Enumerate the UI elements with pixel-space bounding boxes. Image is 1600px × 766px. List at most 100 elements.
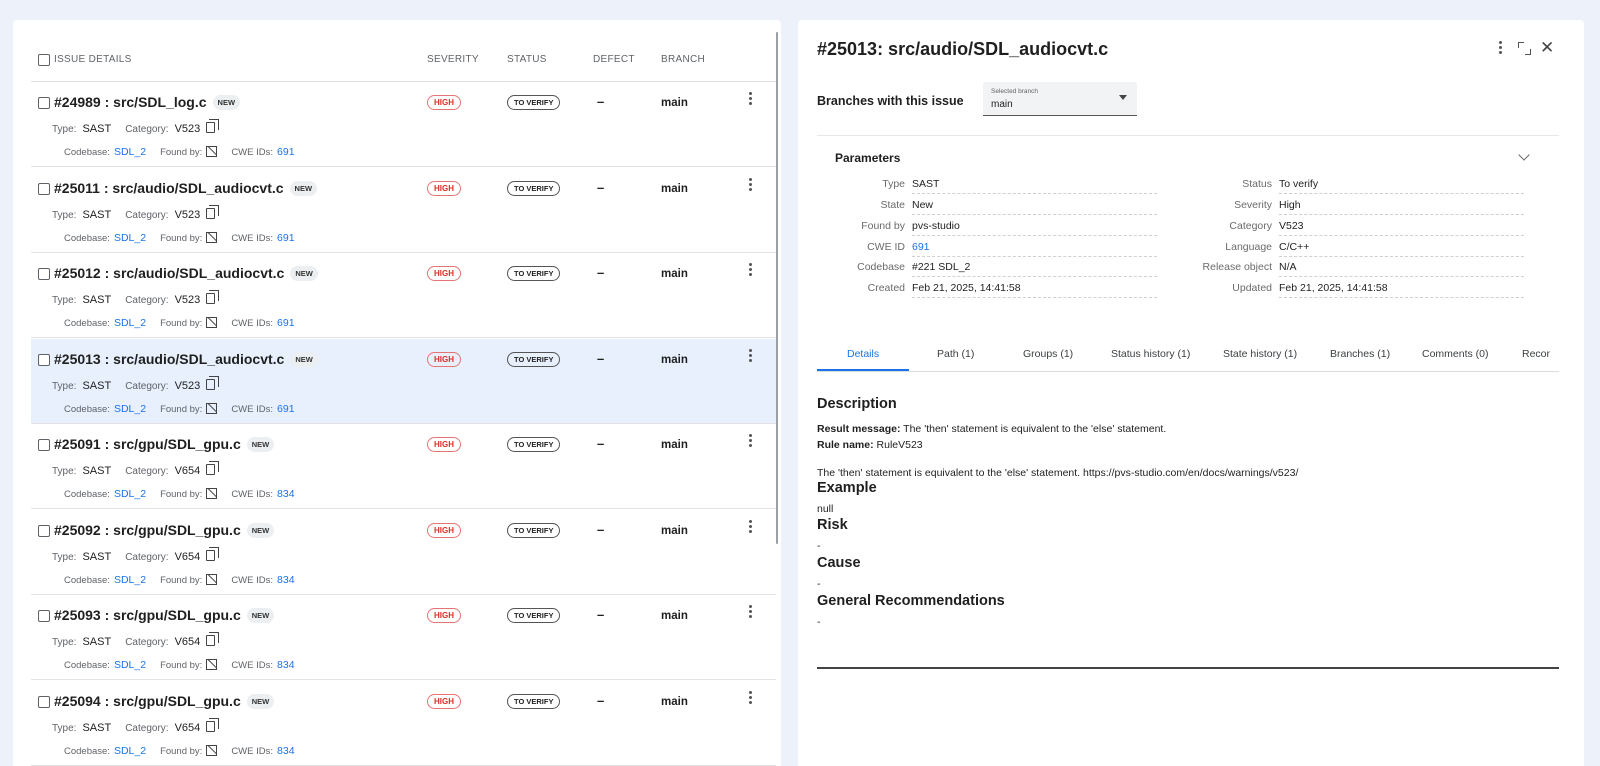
row-more-icon[interactable] — [743, 518, 757, 536]
param-value[interactable]: 691 — [912, 241, 930, 253]
codebase-link[interactable]: SDL_2 — [114, 659, 146, 671]
issue-row[interactable]: #25011 : src/audio/SDL_audiocvt.c NEW Type… — [31, 168, 776, 253]
cwe-link[interactable]: 691 — [277, 232, 295, 244]
issue-row[interactable]: #24989 : src/SDL_log.c NEW Type: SAST Catego… — [31, 82, 776, 167]
issue-title-text[interactable]: #25011 : src/audio/SDL_audiocvt.c — [54, 180, 284, 196]
expand-icon[interactable] — [1518, 42, 1531, 55]
type-value: SAST — [82, 550, 112, 563]
cwe-link[interactable]: 691 — [277, 146, 295, 158]
issue-title[interactable]: #25094 : src/gpu/SDL_gpu.c NEW — [54, 693, 275, 709]
codebase-link[interactable]: SDL_2 — [114, 745, 146, 757]
row-more-icon[interactable] — [743, 432, 757, 450]
issue-title-text[interactable]: #25012 : src/audio/SDL_audiocvt.c — [54, 265, 284, 281]
issue-title-text[interactable]: #25094 : src/gpu/SDL_gpu.c — [54, 693, 241, 709]
row-checkbox[interactable] — [38, 182, 50, 195]
row-more-icon[interactable] — [743, 603, 757, 621]
issue-row[interactable]: #25012 : src/audio/SDL_audiocvt.c NEW Type… — [31, 253, 776, 338]
copy-icon[interactable] — [206, 717, 220, 732]
issue-row[interactable]: #25091 : src/gpu/SDL_gpu.c NEW Type: SAST Ca… — [31, 424, 776, 509]
row-more-icon[interactable] — [743, 176, 757, 194]
issue-title-text[interactable]: #25091 : src/gpu/SDL_gpu.c — [54, 436, 241, 452]
issue-title[interactable]: #25012 : src/audio/SDL_audiocvt.c NEW — [54, 265, 318, 281]
tab-path[interactable]: Path (1) — [937, 348, 974, 360]
param-key: CWE ID — [867, 240, 905, 253]
cwe-link[interactable]: 691 — [277, 317, 295, 329]
type-value: SAST — [82, 636, 112, 648]
status-badge[interactable]: TO VERIFY — [507, 693, 561, 709]
tab-recor[interactable]: Recor — [1522, 348, 1550, 360]
codebase-link[interactable]: SDL_2 — [114, 317, 146, 329]
status-badge[interactable]: TO VERIFY — [507, 180, 561, 196]
header-branch[interactable]: BRANCH — [661, 54, 705, 65]
chevron-down-icon[interactable] — [1518, 149, 1530, 161]
issue-title-text[interactable]: #25093 : src/gpu/SDL_gpu.c — [54, 607, 241, 623]
issue-row[interactable]: #25093 : src/gpu/SDL_gpu.c NEW Type: SAST Ca… — [31, 595, 776, 680]
header-severity[interactable]: SEVERITY — [427, 54, 479, 65]
issue-row[interactable]: #25094 : src/gpu/SDL_gpu.c NEW Type: SAST Ca… — [31, 681, 776, 766]
issue-title[interactable]: #25013 : src/audio/SDL_audiocvt.c NEW — [54, 351, 318, 367]
row-checkbox[interactable] — [38, 524, 50, 537]
copy-icon[interactable] — [206, 461, 220, 475]
tab-groups[interactable]: Groups (1) — [1023, 348, 1073, 360]
row-checkbox[interactable] — [38, 695, 50, 708]
status-badge[interactable]: TO VERIFY — [507, 266, 561, 281]
close-icon[interactable]: ✕ — [1540, 39, 1554, 56]
row-more-icon[interactable] — [743, 261, 757, 279]
issue-title[interactable]: #25092 : src/gpu/SDL_gpu.c NEW — [54, 522, 275, 538]
copy-icon[interactable] — [206, 375, 220, 390]
cwe-link[interactable]: 691 — [277, 403, 295, 415]
copy-icon[interactable] — [206, 632, 220, 646]
tab-details[interactable]: Details — [847, 348, 879, 360]
status-badge[interactable]: TO VERIFY — [507, 522, 561, 538]
status-badge[interactable]: TO VERIFY — [507, 437, 561, 452]
codebase-link[interactable]: SDL_2 — [114, 574, 146, 586]
issue-title-text[interactable]: #25092 : src/gpu/SDL_gpu.c — [54, 522, 241, 538]
row-checkbox[interactable] — [38, 610, 50, 622]
cwe-link[interactable]: 834 — [277, 488, 295, 500]
category-label: Category: — [125, 295, 169, 306]
copy-icon[interactable] — [206, 204, 220, 219]
codebase-link[interactable]: SDL_2 — [114, 232, 146, 244]
copy-icon[interactable] — [206, 119, 220, 133]
issue-title[interactable]: #25093 : src/gpu/SDL_gpu.c NEW — [54, 607, 275, 623]
row-more-icon[interactable] — [743, 347, 757, 365]
issue-row[interactable]: #25092 : src/gpu/SDL_gpu.c NEW Type: SAST Ca… — [31, 510, 776, 595]
tab-comments[interactable]: Comments (0) — [1422, 348, 1489, 360]
row-checkbox[interactable] — [38, 353, 50, 366]
status-badge[interactable]: TO VERIFY — [507, 351, 561, 367]
row-more-icon[interactable] — [743, 90, 757, 108]
issue-title[interactable]: #24989 : src/SDL_log.c NEW — [54, 94, 241, 110]
copy-icon[interactable] — [206, 290, 220, 304]
more-options-icon[interactable] — [1498, 41, 1504, 57]
row-more-icon[interactable] — [743, 689, 757, 707]
codebase-label: Codebase: — [64, 318, 110, 329]
status-badge[interactable]: TO VERIFY — [507, 608, 561, 623]
tab-state-history[interactable]: State history (1) — [1223, 348, 1297, 360]
cwe-link[interactable]: 834 — [277, 574, 295, 586]
issue-title-text[interactable]: #25013 : src/audio/SDL_audiocvt.c — [54, 351, 284, 367]
row-checkbox[interactable] — [38, 439, 50, 451]
codebase-link[interactable]: SDL_2 — [114, 146, 146, 158]
header-defect[interactable]: DEFECT — [593, 54, 635, 65]
branch-select[interactable]: Selected branch main — [983, 82, 1137, 116]
select-all-checkbox[interactable] — [38, 54, 50, 66]
codebase-label: Codebase: — [64, 574, 110, 586]
tab-branches[interactable]: Branches (1) — [1330, 348, 1390, 360]
issue-title[interactable]: #25011 : src/audio/SDL_audiocvt.c NEW — [54, 180, 318, 196]
header-issue-details[interactable]: ISSUE DETAILS — [54, 54, 132, 65]
tab-status-history[interactable]: Status history (1) — [1111, 348, 1190, 360]
list-scrollbar[interactable] — [776, 32, 778, 544]
row-checkbox[interactable] — [38, 97, 50, 109]
codebase-link[interactable]: SDL_2 — [114, 488, 146, 500]
issue-row[interactable]: #25013 : src/audio/SDL_audiocvt.c NEW Type… — [31, 338, 776, 424]
codebase-link[interactable]: SDL_2 — [114, 403, 146, 415]
status-badge[interactable]: TO VERIFY — [507, 95, 561, 110]
issue-title-text[interactable]: #24989 : src/SDL_log.c — [54, 94, 207, 110]
row-checkbox[interactable] — [38, 268, 50, 280]
cwe-link[interactable]: 834 — [277, 745, 295, 757]
header-status[interactable]: STATUS — [507, 54, 547, 65]
issue-title[interactable]: #25091 : src/gpu/SDL_gpu.c NEW — [54, 436, 275, 452]
param-row: Type SAST — [882, 173, 1157, 194]
cwe-link[interactable]: 834 — [277, 659, 295, 671]
copy-icon[interactable] — [206, 546, 220, 561]
